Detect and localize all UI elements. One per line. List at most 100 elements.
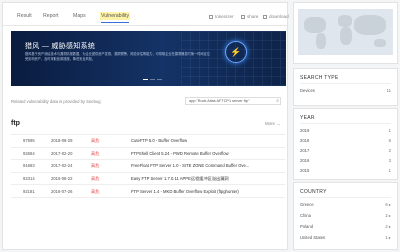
- facet-count: 2 ▸: [385, 224, 391, 229]
- carousel-dot[interactable]: [157, 79, 162, 81]
- divider: [300, 197, 391, 198]
- vuln-date: 2016-08-22: [51, 175, 73, 181]
- world-map[interactable]: [298, 9, 393, 55]
- share-label: share: [247, 14, 259, 19]
- facet-item[interactable]: 2017 2: [300, 148, 391, 153]
- vuln-id: 97595: [23, 138, 35, 144]
- table-row[interactable]: 92181 2016-07-26 高危 FTP Server 1.4 - MKD…: [11, 185, 285, 198]
- vuln-level: 高危: [91, 150, 100, 156]
- vuln-level: 高危: [91, 175, 100, 181]
- facet-count: 2: [388, 148, 391, 153]
- promo-banner[interactable]: 猎风 — 威胁感知系统 猎风基于资产测绘技术与漏洞情报数据，为企业提供资产发现、…: [11, 31, 286, 86]
- country-panel: COUNTRY Greece 6 ▸ China 2 ▸ Poland 2 ▸ …: [293, 182, 398, 250]
- facet-label: Devices: [300, 88, 315, 93]
- main-panel: Result Report Maps Vulnerability .main .…: [2, 2, 289, 250]
- facet-item[interactable]: 2018 6: [300, 138, 391, 143]
- facet-count: 6: [388, 138, 391, 143]
- tabs-divider: [3, 25, 287, 26]
- tab-report[interactable]: Report: [43, 13, 59, 19]
- sidebar: SEARCH TYPE Devices 11 YEAR 2019 1 2018 …: [293, 2, 398, 250]
- map-land: [304, 17, 326, 33]
- download-checkbox[interactable]: download: [263, 14, 289, 19]
- search-type-title: SEARCH TYPE: [300, 75, 339, 81]
- map-land: [374, 39, 386, 47]
- facet-count: 6 ▸: [385, 202, 391, 207]
- facet-label: 2017: [300, 148, 310, 153]
- vuln-title[interactable]: CuteFTP 5.0 - Buffer Overflow: [131, 138, 187, 143]
- vuln-id: 92314: [23, 175, 35, 181]
- vuln-date: 2017-02-20: [51, 150, 73, 156]
- vuln-id: 92684: [23, 150, 35, 156]
- vuln-table: 97595 2018-08-29 高危 CuteFTP 5.0 - Buffer…: [11, 134, 285, 198]
- vuln-level: 高危: [91, 163, 100, 169]
- table-row[interactable]: 97595 2018-08-29 高危 CuteFTP 5.0 - Buffer…: [11, 134, 285, 148]
- map-card: [293, 2, 398, 64]
- vuln-id: 92181: [23, 188, 35, 194]
- table-row[interactable]: 92684 2017-02-20 高危 FTPShell Client 5.24…: [11, 148, 285, 161]
- vuln-title[interactable]: FreeFloat FTP Server 1.0 - SITE ZONE Com…: [131, 163, 249, 168]
- facet-item[interactable]: Greece 6 ▸: [300, 202, 391, 207]
- facet-item[interactable]: 2019 1: [300, 128, 391, 133]
- tokenizer-checkbox[interactable]: tokenizer: [209, 14, 234, 19]
- divider: [300, 123, 391, 124]
- facet-label: 2015: [300, 168, 310, 173]
- table-row[interactable]: 91683 2017-02-24 高危 FreeFloat FTP Server…: [11, 160, 285, 173]
- facet-label: 2018: [300, 138, 310, 143]
- related-note: Related vulnerability data is provided b…: [11, 99, 101, 104]
- search-query: app:"Rock Atlas AFTCP1 server ftp": [189, 99, 250, 103]
- divider: [300, 83, 391, 84]
- facet-item[interactable]: United States 1 ▸: [300, 235, 391, 240]
- vuln-date: 2016-07-26: [51, 188, 73, 194]
- tokenizer-label: tokenizer: [215, 14, 234, 19]
- lightning-icon: ⚡: [225, 41, 247, 63]
- banner-description: 猎风基于资产测绘技术与漏洞情报数据，为企业提供资产发现、漏洞预警、风险评估等能力…: [25, 52, 210, 61]
- section-title: ftp: [11, 120, 20, 127]
- vuln-title[interactable]: Easy FTP Server 1.7.0.11 APPE远程缓冲区溢出漏洞: [131, 176, 229, 182]
- tab-result[interactable]: Result: [17, 13, 32, 19]
- year-panel: YEAR 2019 1 2018 6 2017 2 2016 3 2015 1: [293, 108, 398, 180]
- year-title: YEAR: [300, 115, 315, 121]
- facet-item[interactable]: Devices 11: [300, 88, 391, 93]
- country-title: COUNTRY: [300, 189, 327, 195]
- facet-count: 3: [388, 158, 391, 163]
- search-type-panel: SEARCH TYPE Devices 11: [293, 68, 398, 106]
- tab-maps[interactable]: Maps: [73, 13, 86, 19]
- checkbox-icon: [241, 14, 245, 19]
- vuln-date: 2017-02-24: [51, 163, 73, 169]
- facet-label: Greece: [300, 202, 314, 207]
- table-row[interactable]: 92314 2016-08-22 高危 Easy FTP Server 1.7.…: [11, 173, 285, 186]
- carousel-dot[interactable]: [150, 79, 155, 81]
- checkbox-icon: [263, 14, 267, 19]
- tab-vulnerability[interactable]: Vulnerability: [99, 12, 131, 23]
- facet-item[interactable]: China 2 ▸: [300, 213, 391, 218]
- facet-item[interactable]: 2016 3: [300, 158, 391, 163]
- facet-item[interactable]: 2015 1: [300, 168, 391, 173]
- vuln-date: 2018-08-29: [51, 138, 73, 144]
- share-checkbox[interactable]: share: [241, 14, 259, 19]
- vuln-level: 高危: [91, 188, 100, 194]
- carousel-dots: [143, 79, 162, 81]
- facet-label: 2016: [300, 158, 310, 163]
- facet-item[interactable]: Poland 2 ▸: [300, 224, 391, 229]
- map-land: [316, 33, 326, 49]
- facet-count: 2 ▸: [385, 213, 391, 218]
- vuln-id: 91683: [23, 163, 35, 169]
- vuln-title[interactable]: FTPShell Client 5.24 - PWD Remote Buffer…: [131, 151, 229, 156]
- facet-count: 1 ▸: [385, 235, 391, 240]
- vuln-title[interactable]: FTP Server 1.4 - MKD Buffer Overflow Exp…: [131, 189, 239, 194]
- facet-label: 2019: [300, 128, 310, 133]
- facet-count: 1: [388, 128, 391, 133]
- search-icon[interactable]: ⌕: [276, 98, 279, 104]
- facet-label: China: [300, 213, 311, 218]
- map-land: [340, 27, 352, 45]
- more-link[interactable]: More →: [265, 121, 281, 126]
- vuln-search-input[interactable]: app:"Rock Atlas AFTCP1 server ftp" ⌕: [185, 97, 281, 105]
- vuln-level: 高危: [91, 138, 100, 144]
- facet-count: 1: [388, 168, 391, 173]
- facet-count: 11: [386, 88, 391, 93]
- checkbox-icon: [209, 14, 213, 19]
- carousel-dot[interactable]: [143, 79, 148, 81]
- facet-label: United States: [300, 235, 326, 240]
- map-land: [338, 15, 352, 27]
- banner-title: 猎风 — 威胁感知系统: [25, 43, 96, 50]
